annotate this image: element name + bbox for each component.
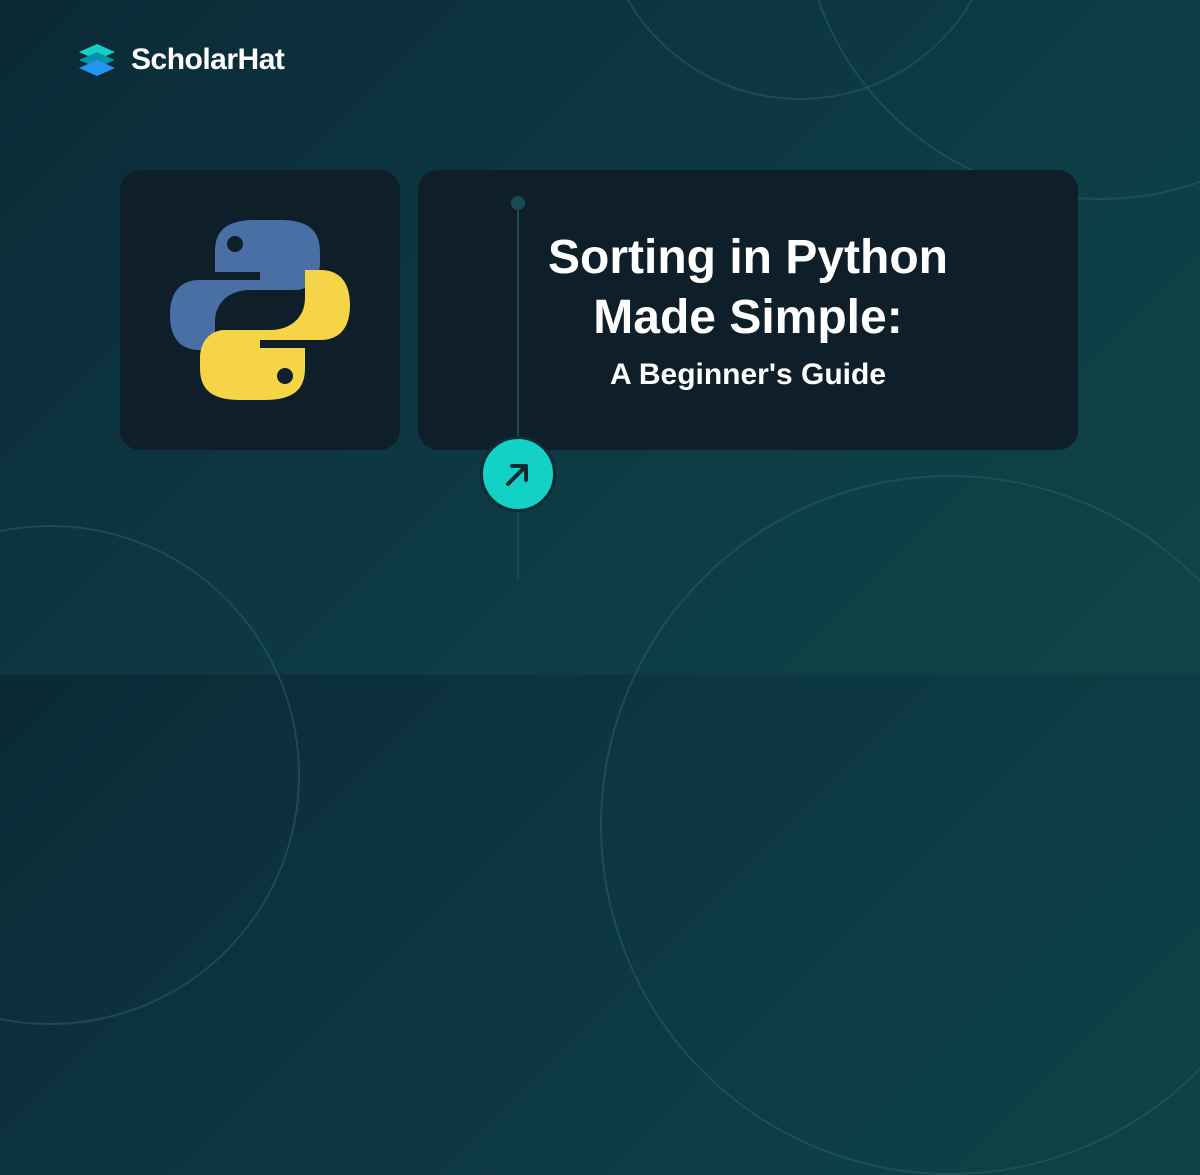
connector-dot	[511, 196, 525, 210]
bg-decoration	[0, 525, 300, 1025]
arrow-badge	[480, 436, 556, 512]
brand-logo: ScholarHat	[75, 38, 284, 82]
main-content: Sorting in Python Made Simple: A Beginne…	[120, 170, 1078, 450]
connector-line	[517, 200, 519, 580]
subtitle: A Beginner's Guide	[463, 358, 1033, 392]
brand-name: ScholarHat	[131, 43, 284, 77]
title-line-1: Sorting in Python	[548, 231, 948, 284]
scholarhat-icon	[75, 38, 119, 82]
python-logo-card	[120, 170, 400, 450]
title-line-2: Made Simple:	[593, 291, 902, 344]
python-icon	[160, 210, 360, 410]
arrow-up-right-icon	[500, 456, 536, 492]
main-title: Sorting in Python Made Simple:	[463, 228, 1033, 348]
bg-decoration	[600, 475, 1200, 1175]
